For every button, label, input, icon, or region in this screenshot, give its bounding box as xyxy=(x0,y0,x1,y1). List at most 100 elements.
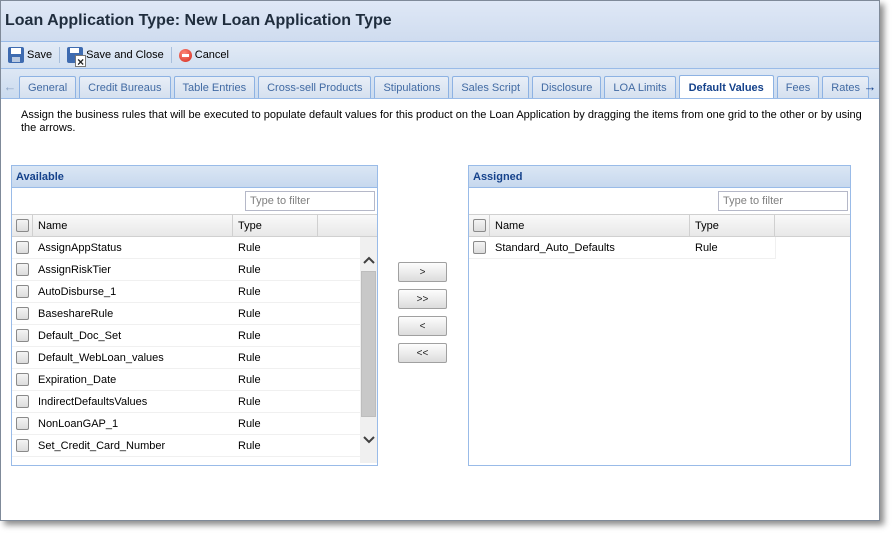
row-checkbox[interactable] xyxy=(16,263,29,276)
available-column-name[interactable]: Name xyxy=(33,215,233,236)
row-type: Rule xyxy=(238,307,261,320)
row-name: Set_Credit_Card_Number xyxy=(38,439,166,452)
chevron-up-icon[interactable] xyxy=(360,251,377,268)
assigned-select-all-cell xyxy=(469,215,490,236)
cancel-button[interactable]: Cancel xyxy=(175,45,233,65)
list-item[interactable]: NonLoanGAP_1 Rule xyxy=(12,413,377,435)
move-right-button[interactable]: > xyxy=(398,262,447,282)
save-label: Save xyxy=(27,49,53,61)
available-panel: Available Name Type AssignAppStatus Rule xyxy=(11,165,378,466)
list-item[interactable]: Standard_Auto_Defaults Rule xyxy=(469,237,776,259)
assigned-grid-header: Name Type xyxy=(469,215,850,237)
available-scrollbar[interactable] xyxy=(360,237,377,463)
row-checkbox[interactable] xyxy=(473,241,486,254)
row-checkbox[interactable] xyxy=(16,241,29,254)
row-checkbox[interactable] xyxy=(16,351,29,364)
row-type: Rule xyxy=(238,241,261,254)
row-checkbox-cell xyxy=(12,281,33,302)
row-checkbox-cell xyxy=(12,435,33,456)
row-checkbox[interactable] xyxy=(16,373,29,386)
list-item[interactable]: Default_WebLoan_values Rule xyxy=(12,347,377,369)
available-select-all-checkbox[interactable] xyxy=(15,219,29,232)
list-item[interactable]: Default_Doc_Set Rule xyxy=(12,325,377,347)
arrow-right-icon[interactable]: → xyxy=(863,76,877,96)
move-left-button[interactable]: < xyxy=(398,316,447,336)
loan-application-type-window: Loan Application Type: New Loan Applicat… xyxy=(0,0,880,521)
default-values-content: Assign the business rules that will be e… xyxy=(1,99,879,519)
tab-default-values[interactable]: Default Values xyxy=(678,75,774,98)
list-item[interactable]: AutoDisburse_1 Rule xyxy=(12,281,377,303)
available-header: Available xyxy=(12,166,377,188)
row-checkbox[interactable] xyxy=(16,395,29,408)
row-checkbox-cell xyxy=(12,391,33,412)
row-type: Rule xyxy=(238,351,261,364)
available-scrollbar-thumb[interactable] xyxy=(361,271,376,417)
tab-credit-bureaus[interactable]: Credit Bureaus xyxy=(79,76,171,98)
tab-sales-script[interactable]: Sales Script xyxy=(452,76,530,98)
row-type: Rule xyxy=(238,439,261,452)
tab-fees[interactable]: Fees xyxy=(776,76,820,98)
row-checkbox-cell xyxy=(12,413,33,434)
arrow-left-icon[interactable]: ← xyxy=(3,76,17,96)
assigned-panel: Assigned Name Type Standard_Auto_Default… xyxy=(468,165,851,466)
instructions-text: Assign the business rules that will be e… xyxy=(21,109,862,134)
tab-rates[interactable]: Rates xyxy=(822,76,870,98)
list-item[interactable]: AssignAppStatus Rule xyxy=(12,237,377,259)
toolbar-separator xyxy=(170,47,172,63)
tab-loa-limits[interactable]: LOA Limits xyxy=(604,76,676,98)
row-name: Default_Doc_Set xyxy=(38,329,122,342)
assigned-column-name[interactable]: Name xyxy=(490,215,690,236)
move-all-left-button[interactable]: << xyxy=(398,343,447,363)
assigned-filter-bar xyxy=(469,188,850,215)
cancel-icon xyxy=(178,48,192,62)
row-name: Standard_Auto_Defaults xyxy=(495,241,615,254)
row-checkbox[interactable] xyxy=(16,417,29,430)
available-column-type[interactable]: Type xyxy=(233,215,318,236)
row-checkbox[interactable] xyxy=(16,439,29,452)
row-type: Rule xyxy=(695,241,718,254)
row-checkbox[interactable] xyxy=(16,285,29,298)
tab-general[interactable]: General xyxy=(19,76,77,98)
available-rows: AssignAppStatus Rule AssignRiskTier Rule… xyxy=(12,237,377,457)
list-item[interactable]: Set_Credit_Card_Number Rule xyxy=(12,435,377,457)
list-item[interactable]: BaseshareRule Rule xyxy=(12,303,377,325)
window-title: Loan Application Type: New Loan Applicat… xyxy=(5,12,392,29)
chevron-down-icon[interactable] xyxy=(360,431,377,448)
tab-bar: ← General Credit Bureaus Table Entries C… xyxy=(1,69,879,99)
assigned-filter-input[interactable] xyxy=(718,191,848,211)
save-and-close-button[interactable]: Save and Close xyxy=(63,45,168,67)
row-type: Rule xyxy=(238,395,261,408)
save-icon xyxy=(8,47,24,63)
row-checkbox-cell xyxy=(12,325,33,346)
row-name: AssignAppStatus xyxy=(38,241,122,254)
row-name: NonLoanGAP_1 xyxy=(38,417,119,430)
row-name: AutoDisburse_1 xyxy=(38,285,117,298)
row-checkbox-cell xyxy=(12,237,33,258)
row-name: Expiration_Date xyxy=(38,373,117,386)
list-item[interactable]: Expiration_Date Rule xyxy=(12,369,377,391)
list-item[interactable]: IndirectDefaultsValues Rule xyxy=(12,391,377,413)
move-all-right-button[interactable]: >> xyxy=(398,289,447,309)
available-select-all-cell xyxy=(12,215,33,236)
toolbar-separator xyxy=(59,47,61,63)
save-close-icon xyxy=(67,47,87,67)
row-name: Default_WebLoan_values xyxy=(38,351,164,364)
row-checkbox[interactable] xyxy=(16,329,29,342)
assigned-column-type[interactable]: Type xyxy=(690,215,775,236)
available-grid-body: AssignAppStatus Rule AssignRiskTier Rule… xyxy=(12,237,377,463)
toolbar: Save Save and Close Cancel xyxy=(1,42,879,69)
row-checkbox-cell xyxy=(12,347,33,368)
tab-disclosure[interactable]: Disclosure xyxy=(532,76,602,98)
list-item[interactable]: AssignRiskTier Rule xyxy=(12,259,377,281)
assigned-select-all-checkbox[interactable] xyxy=(472,219,486,232)
row-checkbox-cell xyxy=(469,237,490,258)
tab-cross-sell-products[interactable]: Cross-sell Products xyxy=(258,76,372,98)
tab-table-entries[interactable]: Table Entries xyxy=(173,76,256,98)
tab-stipulations[interactable]: Stipulations xyxy=(374,76,450,98)
row-checkbox[interactable] xyxy=(16,307,29,320)
save-button[interactable]: Save xyxy=(4,45,56,65)
row-checkbox-cell xyxy=(12,369,33,390)
available-column-spacer xyxy=(318,215,377,236)
available-grid-header: Name Type xyxy=(12,215,377,237)
available-filter-input[interactable] xyxy=(245,191,375,211)
